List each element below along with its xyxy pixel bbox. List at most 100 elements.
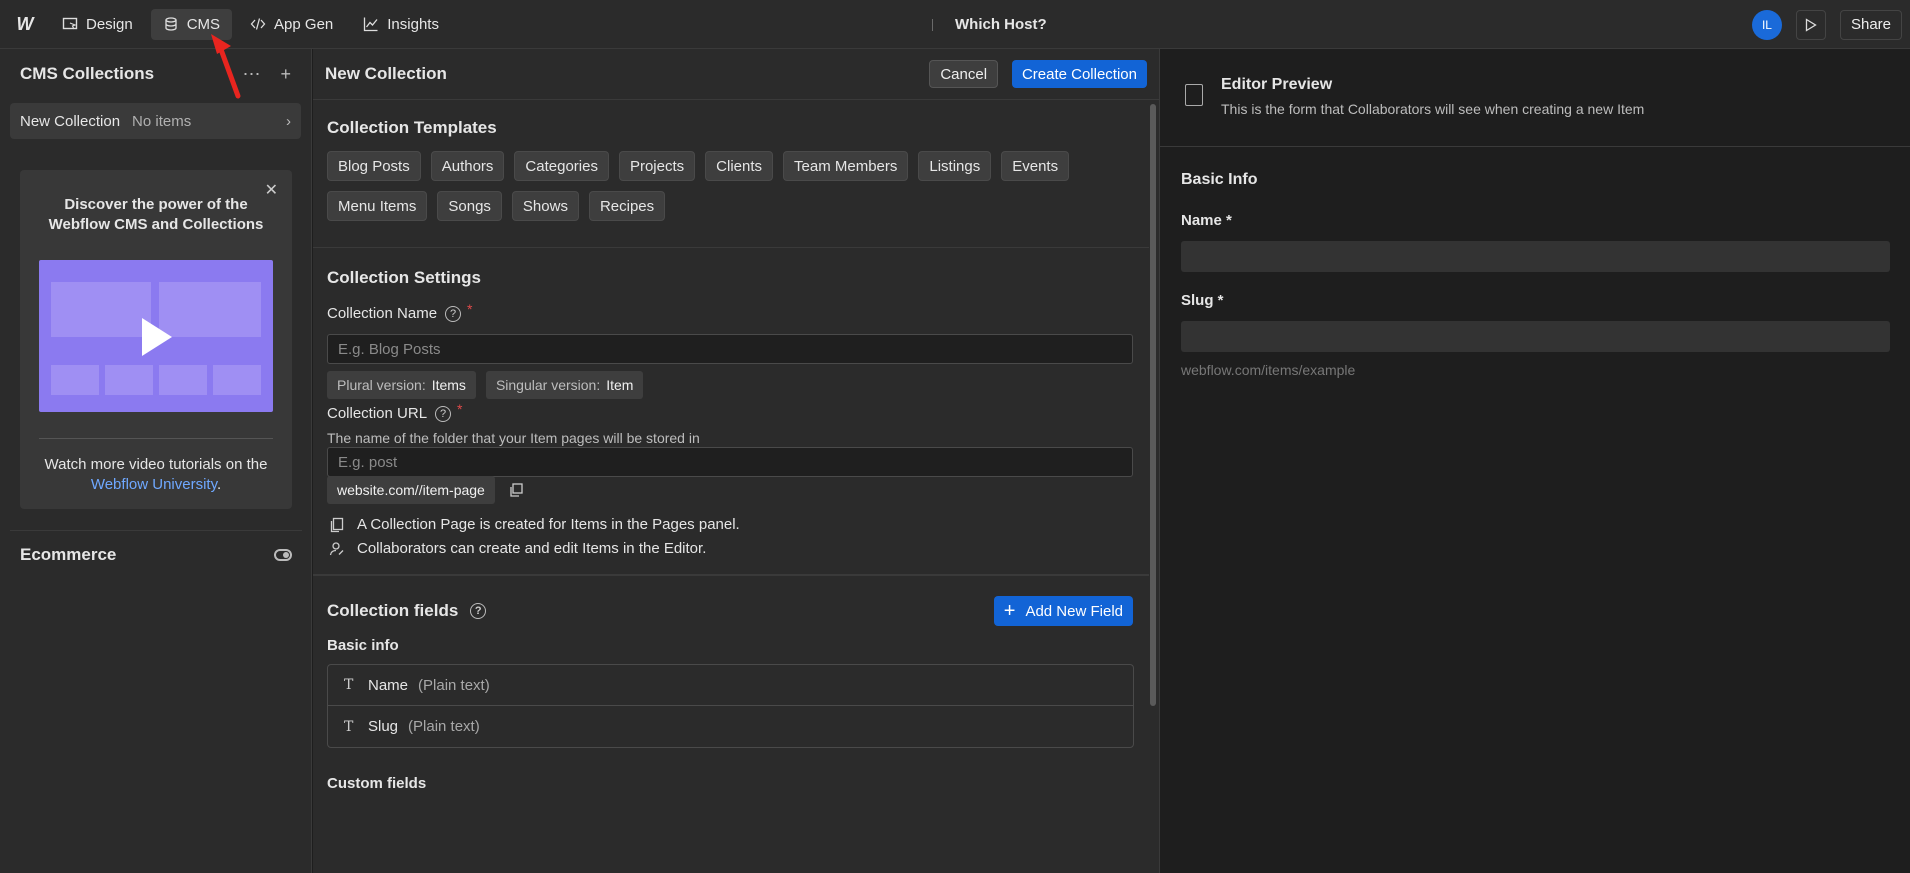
template-menu-items[interactable]: Menu Items bbox=[327, 191, 428, 221]
template-categories[interactable]: Categories bbox=[514, 151, 609, 181]
chevron-right-icon: › bbox=[286, 112, 291, 130]
tab-insights-label: Insights bbox=[387, 15, 439, 33]
eye-toggle-icon[interactable] bbox=[274, 549, 292, 561]
template-team-members[interactable]: Team Members bbox=[783, 151, 909, 181]
plural-version-pill[interactable]: Plural version: Items bbox=[327, 371, 476, 399]
collection-status: No items bbox=[132, 112, 192, 130]
divider bbox=[10, 530, 302, 531]
preview-name-input bbox=[1181, 241, 1890, 272]
copy-icon[interactable] bbox=[509, 483, 523, 497]
field-type: (Plain text) bbox=[408, 718, 480, 735]
sidebar-actions: ⋯ + bbox=[242, 64, 291, 85]
avatar[interactable]: IL bbox=[1751, 9, 1782, 40]
collection-url-helper: The name of the folder that your Item pa… bbox=[327, 430, 700, 446]
template-clients[interactable]: Clients bbox=[705, 151, 774, 181]
preview-header: Editor Preview This is the form that Col… bbox=[1160, 49, 1910, 147]
url-preview-row: website.com//item-page bbox=[327, 476, 523, 504]
field-type: (Plain text) bbox=[418, 676, 490, 694]
add-icon[interactable]: + bbox=[280, 64, 291, 85]
cms-sidebar: CMS Collections ⋯ + New Collection No it… bbox=[0, 49, 312, 873]
help-icon[interactable]: ? bbox=[470, 603, 487, 619]
preview-slug-input bbox=[1181, 321, 1890, 352]
collection-item-new[interactable]: New Collection No items › bbox=[10, 103, 301, 139]
preview-slug-hint: webflow.com/items/example bbox=[1181, 362, 1356, 378]
templates-section: Collection Templates Blog Posts Authors … bbox=[313, 101, 1149, 248]
fields-title-row: Collection fields ? bbox=[327, 601, 487, 621]
template-events[interactable]: Events bbox=[1001, 151, 1070, 181]
collection-name-input[interactable]: E.g. Blog Posts bbox=[327, 334, 1133, 364]
template-authors[interactable]: Authors bbox=[430, 151, 505, 181]
tab-cms-label: CMS bbox=[186, 15, 221, 33]
preview-subtitle: This is the form that Collaborators will… bbox=[1221, 101, 1645, 117]
panel-scrollbar[interactable] bbox=[1150, 104, 1156, 706]
annotation-arrow-icon bbox=[211, 34, 241, 99]
basic-fields-list: T Name (Plain text) T Slug (Plain text) bbox=[327, 664, 1134, 748]
thumbnail-card bbox=[159, 282, 261, 337]
collection-url-text: Collection URL bbox=[327, 405, 428, 422]
code-icon bbox=[250, 18, 266, 30]
site-name[interactable]: Which Host? bbox=[932, 0, 1047, 49]
add-new-field-button[interactable]: + Add New Field bbox=[993, 596, 1133, 626]
new-collection-panel: New Collection Cancel Create Collection … bbox=[313, 49, 1159, 873]
play-icon bbox=[1805, 17, 1817, 32]
help-icon[interactable]: ? bbox=[445, 305, 462, 322]
tab-insights[interactable]: Insights bbox=[351, 9, 451, 40]
cancel-button[interactable]: Cancel bbox=[929, 60, 999, 88]
basic-info-title: Basic info bbox=[327, 637, 399, 654]
info-collaborators-text: Collaborators can create and edit Items … bbox=[357, 540, 707, 557]
plural-value: Items bbox=[431, 377, 466, 393]
promo-footer-end: . bbox=[216, 476, 222, 493]
panel-header: New Collection Cancel Create Collection bbox=[313, 49, 1159, 100]
collection-name-label: Collection Name ? * bbox=[327, 301, 473, 323]
site-name-label: Which Host? bbox=[955, 16, 1047, 33]
tab-design[interactable]: Design bbox=[50, 9, 145, 40]
fields-section: Collection fields ? + Add New Field Basi… bbox=[313, 575, 1149, 873]
play-icon bbox=[142, 318, 172, 356]
add-new-field-label: Add New Field bbox=[1025, 602, 1123, 620]
template-songs[interactable]: Songs bbox=[437, 191, 502, 221]
template-projects[interactable]: Projects bbox=[618, 151, 696, 181]
template-recipes[interactable]: Recipes bbox=[588, 191, 666, 221]
preview-button[interactable] bbox=[1795, 9, 1826, 40]
settings-section: Collection Settings Collection Name ? * … bbox=[313, 248, 1149, 575]
promo-footer-text: Watch more video tutorials on the bbox=[44, 456, 268, 473]
webflow-university-link[interactable]: Webflow University bbox=[91, 476, 217, 493]
video-thumbnail[interactable] bbox=[39, 260, 273, 412]
promo-heading: Discover the power of the Webflow CMS an… bbox=[48, 196, 264, 233]
settings-title: Collection Settings bbox=[327, 268, 481, 287]
design-icon bbox=[62, 17, 78, 30]
promo-footer: Watch more video tutorials on the Webflo… bbox=[20, 455, 292, 495]
required-icon: * bbox=[467, 300, 473, 317]
header-actions: Cancel Create Collection bbox=[929, 60, 1147, 88]
thumbnail-card bbox=[213, 365, 261, 395]
pages-icon bbox=[330, 517, 344, 532]
required-icon: * bbox=[457, 400, 463, 417]
template-listings[interactable]: Listings bbox=[918, 151, 992, 181]
field-row-slug[interactable]: T Slug (Plain text) bbox=[328, 706, 1133, 747]
field-row-name[interactable]: T Name (Plain text) bbox=[328, 665, 1133, 706]
collection-name-text: Collection Name bbox=[327, 305, 438, 322]
help-icon[interactable]: ? bbox=[435, 405, 452, 422]
singular-version-pill[interactable]: Singular version: Item bbox=[485, 371, 644, 399]
ecommerce-section[interactable]: Ecommerce bbox=[20, 545, 292, 565]
thumbnail-card bbox=[159, 365, 207, 395]
info-collaborators: Collaborators can create and edit Items … bbox=[329, 540, 706, 557]
fields-title: Collection fields bbox=[327, 601, 459, 620]
tab-app-gen[interactable]: App Gen bbox=[238, 9, 345, 40]
template-shows[interactable]: Shows bbox=[511, 191, 579, 221]
webflow-logo[interactable]: W bbox=[0, 0, 50, 49]
template-list: Blog Posts Authors Categories Projects C… bbox=[327, 151, 1127, 221]
collection-url-label: Collection URL ? * bbox=[327, 401, 463, 423]
preview-title: Editor Preview bbox=[1221, 76, 1333, 93]
more-icon[interactable]: ⋯ bbox=[242, 64, 260, 85]
top-right-actions: IL Share bbox=[1751, 0, 1910, 49]
text-type-icon: T bbox=[344, 677, 354, 693]
collection-name: New Collection bbox=[20, 112, 121, 130]
user-edit-icon bbox=[329, 541, 344, 555]
promo-card: ✕ Discover the power of the Webflow CMS … bbox=[20, 170, 292, 509]
template-blog-posts[interactable]: Blog Posts bbox=[327, 151, 421, 181]
create-collection-button[interactable]: Create Collection bbox=[1011, 60, 1147, 88]
share-button[interactable]: Share bbox=[1839, 9, 1902, 40]
panel-title: New Collection bbox=[325, 64, 447, 83]
collection-url-input[interactable]: E.g. post bbox=[327, 447, 1133, 477]
